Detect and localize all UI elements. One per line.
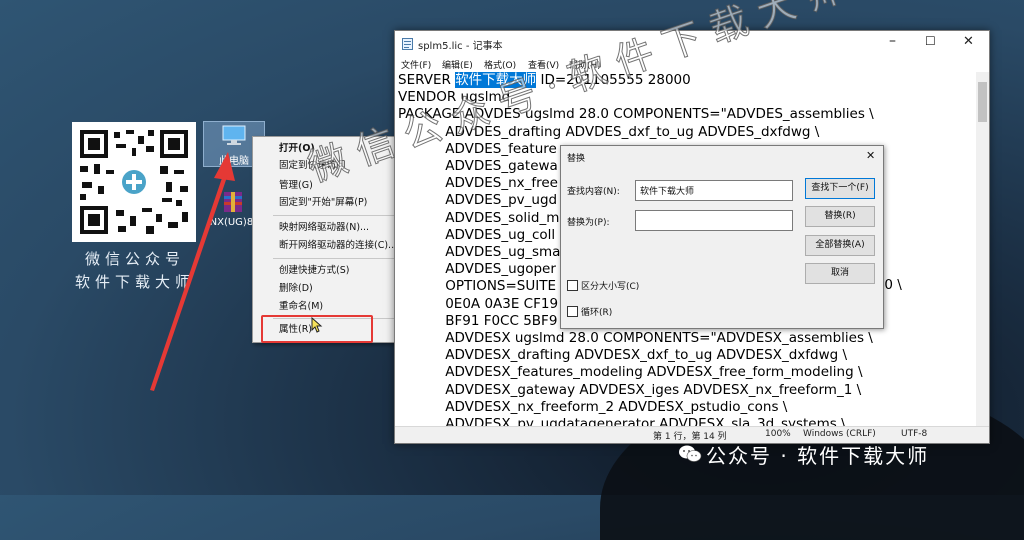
find-value: 软件下载大师 bbox=[640, 187, 695, 197]
scrollbar-thumb[interactable] bbox=[978, 82, 987, 122]
match-case-checkbox[interactable] bbox=[567, 280, 578, 291]
window-title: splm5.lic - 记事本 bbox=[418, 41, 503, 52]
menu-edit[interactable]: 编辑(E) bbox=[442, 58, 473, 71]
minimize-icon[interactable]: – bbox=[889, 33, 896, 49]
maximize-icon[interactable]: ☐ bbox=[925, 34, 936, 48]
text-line-content: ADVDES_nx_free bbox=[398, 175, 558, 192]
wrap-label: 循环(R) bbox=[581, 308, 613, 318]
notepad-icon bbox=[402, 38, 413, 50]
dialog-title: 替换 bbox=[567, 154, 586, 164]
find-label: 查找内容(N): bbox=[567, 187, 620, 197]
menu-file[interactable]: 文件(F) bbox=[401, 58, 431, 71]
text-line-content: SERVER bbox=[398, 72, 456, 88]
text-line-content: ADVDES_pv_ugd bbox=[398, 192, 558, 209]
text-line-content: ADVDESX_features_modeling ADVDESX_free_f… bbox=[398, 364, 863, 381]
mouse-cursor-icon bbox=[311, 317, 323, 333]
replace-dialog: 替换 ✕ 查找内容(N): 软件下载大师 替换为(P): 查找下一个(F) 替换… bbox=[560, 145, 884, 329]
text-line-content: ADVDES_ug_sma bbox=[398, 244, 561, 261]
text-line-content: ADVDESX ugslmd 28.0 COMPONENTS="ADVDESX_… bbox=[398, 330, 873, 347]
replace-input[interactable] bbox=[635, 210, 793, 231]
text-line: ADVDESX_nx_freeform_2 ADVDESX_pstudio_co… bbox=[398, 399, 975, 416]
text-line-content: ADVDESX_nx_freeform_2 ADVDESX_pstudio_co… bbox=[398, 398, 788, 415]
text-line: ADVDESX_drafting ADVDESX_dxf_to_ug ADVDE… bbox=[398, 347, 975, 364]
menu-item-delete[interactable]: 删除(D) bbox=[279, 281, 313, 297]
replace-all-button[interactable]: 全部替换(A) bbox=[805, 235, 875, 256]
text-line: ADVDESX_gateway ADVDESX_iges ADVDESX_nx_… bbox=[398, 382, 975, 399]
vertical-scrollbar[interactable] bbox=[976, 72, 989, 427]
replace-button[interactable]: 替换(R) bbox=[805, 206, 875, 227]
status-encoding: UTF-8 bbox=[901, 429, 928, 439]
wrap-checkbox[interactable] bbox=[567, 306, 578, 317]
text-line-content: ADVDES_ug_coll bbox=[398, 226, 556, 243]
find-next-button[interactable]: 查找下一个(F) bbox=[805, 178, 875, 199]
text-line-content: ADVDESX_drafting ADVDESX_dxf_to_ug ADVDE… bbox=[398, 347, 848, 364]
find-input[interactable]: 软件下载大师 bbox=[635, 180, 793, 201]
text-line: ADVDESX ugslmd 28.0 COMPONENTS="ADVDESX_… bbox=[398, 330, 975, 347]
menu-item-create-shortcut[interactable]: 创建快捷方式(S) bbox=[279, 263, 349, 279]
match-case-label: 区分大小写(C) bbox=[581, 282, 640, 292]
text-line: ADVDESX_features_modeling ADVDESX_free_f… bbox=[398, 364, 975, 381]
wechat-icon bbox=[679, 445, 702, 462]
text-line-content: ADVDES_solid_m bbox=[398, 209, 560, 226]
menu-item-disconnect-drive[interactable]: 断开网络驱动器的连接(C)... bbox=[279, 238, 397, 254]
status-zoom: 100% bbox=[765, 429, 791, 439]
text-line-content: ADVDES_ugoper bbox=[398, 261, 556, 278]
replace-label: 替换为(P): bbox=[567, 218, 610, 228]
text-line-content: ADVDES_gatewa bbox=[398, 158, 558, 175]
status-line-ending: Windows (CRLF) bbox=[803, 429, 876, 439]
menu-item-pin-start[interactable]: 固定到"开始"屏幕(P) bbox=[279, 195, 367, 211]
text-line-content: 0E0A 0A3E CF19 bbox=[398, 295, 559, 312]
text-line-content: ADVDESX_gateway ADVDESX_iges ADVDESX_nx_… bbox=[398, 381, 862, 398]
menu-item-map-drive[interactable]: 映射网络驱动器(N)... bbox=[279, 220, 369, 236]
menu-item-manage[interactable]: 管理(G) bbox=[279, 178, 313, 194]
text-line-content: BF91 F0CC 5BF9 bbox=[398, 312, 558, 329]
text-line-content: OPTIONS=SUITE bbox=[398, 278, 557, 295]
close-icon[interactable]: ✕ bbox=[866, 149, 875, 162]
menu-item-rename[interactable]: 重命名(M) bbox=[279, 299, 323, 315]
cancel-button[interactable]: 取消 bbox=[805, 263, 875, 284]
close-icon[interactable]: ✕ bbox=[963, 34, 974, 49]
watermark-bottom: 公众号 · 软件下载大师 bbox=[706, 444, 930, 468]
